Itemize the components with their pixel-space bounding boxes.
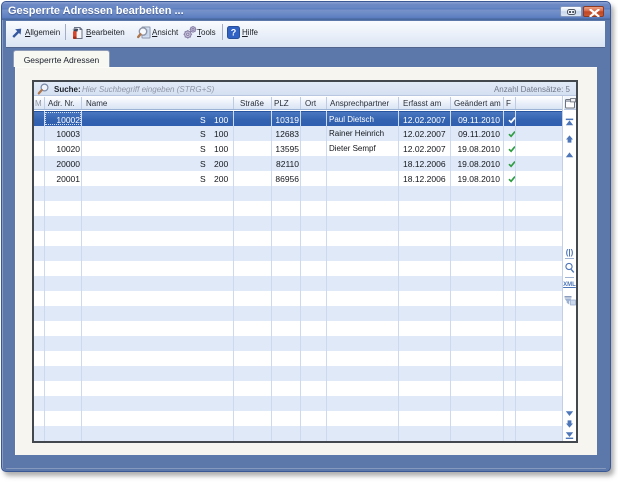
svg-text:?: ? bbox=[231, 28, 237, 38]
